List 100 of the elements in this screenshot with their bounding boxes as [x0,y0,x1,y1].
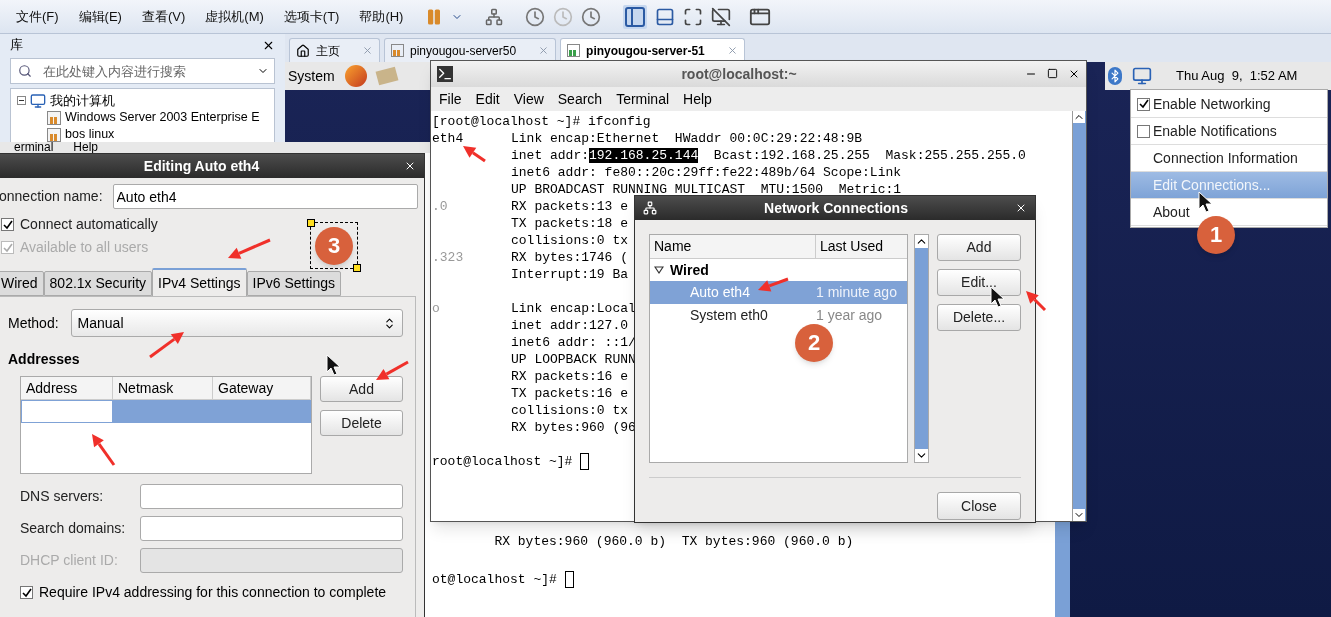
menu-item[interactable]: Enable Networking [1131,91,1327,118]
tab[interactable]: IPv4 Settings [152,268,247,296]
resize-handle[interactable] [307,219,315,227]
terminal-icon [437,66,453,82]
menu-item[interactable]: 编辑(E) [78,6,122,27]
address-input[interactable] [21,400,113,423]
menu-item[interactable]: Enable Notifications [1131,118,1327,145]
terminal-line: inet6 addr: ::1/ [511,334,636,351]
terminal-line: inet addr:127.0 [511,317,629,334]
group-label: Wired [670,260,709,280]
clock-text[interactable]: Thu Aug 9, 1:52 AM [1176,66,1298,86]
checkbox[interactable] [1137,124,1150,138]
tree-item[interactable]: Windows Server 2003 Enterprise E [65,108,260,127]
column-header[interactable]: Gateway [213,377,311,399]
table-row[interactable] [21,400,311,423]
clock-icon[interactable] [581,6,602,27]
cursor-icon [1198,191,1213,213]
close-icon[interactable] [404,160,416,172]
menu-item[interactable]: File [439,88,462,110]
cursor-icon [326,354,341,376]
vm-tab[interactable]: pinyougou-server50 [384,38,557,62]
bluetooth-icon[interactable] [1108,67,1122,85]
checkbox[interactable] [1,218,14,231]
terminal-line: RX bytes:960 (960.0 b) TX bytes:960 (960.0 b) [493,533,854,551]
menu-item[interactable]: 虚拟机(M) [205,6,264,27]
dialog-button[interactable]: Edit... [937,269,1021,296]
menu-item[interactable]: View [513,88,544,110]
terminal-line: Link encap:Local [511,300,636,317]
search-field[interactable]: 在此处键入内容进行搜索 [10,58,275,84]
annotation-arrow [228,238,271,259]
column-header[interactable]: Last Used [816,235,907,258]
dialog-button[interactable]: Add [320,376,403,402]
terminal-line: inet6 addr: fe80::20c:29ff:fe22:489b/64 Scope:Link [511,164,902,181]
tab[interactable]: IPv6 Settings [246,271,342,296]
menu-item[interactable]: 帮助(H) [359,6,404,27]
close-icon[interactable] [1068,68,1080,80]
scroll-up-icon[interactable] [915,235,928,248]
column-header[interactable]: Address [21,377,113,399]
terminal-line: UP BROADCAST RUNNING MULTICAST MTU:1500 Metric:1 [511,181,902,198]
terminal-line: collisions:0 tx [511,232,629,249]
terminal-line: inet addr:192.168.25.144 Bcast:192.168.25.255 Mask:255.255.255.0 [511,147,1026,164]
menu-item[interactable]: Help [683,88,712,110]
search-icon [18,64,32,78]
resize-handle[interactable] [353,264,361,272]
field-label: onnection name: [0,187,103,206]
menu-item[interactable]: Help [73,142,99,153]
menu-item[interactable]: 选项卡(T) [283,6,340,27]
annotation-arrow [1026,291,1047,312]
annotation-arrow [92,434,116,466]
dialog-button[interactable]: Delete... [937,304,1021,331]
terminal-line: [root@localhost ~]# ifconfig [432,113,651,130]
monitor-icon[interactable] [711,6,732,27]
scroll-down-icon[interactable] [915,449,928,462]
checkbox-label: Connect automatically [20,215,158,234]
terminal-line: collisions:0 tx [511,402,629,419]
menu-item[interactable]: 查看(V) [141,6,186,27]
menu-item[interactable]: System [288,65,335,87]
dialog-button[interactable]: Delete [320,410,403,436]
annotation-arrow [758,277,789,292]
annotation-arrow [376,360,409,380]
column-header[interactable]: Netmask [113,377,213,399]
column-header[interactable]: Name [650,235,816,258]
checkbox[interactable] [20,586,33,599]
close-icon[interactable] [1015,202,1027,214]
menu-item[interactable]: Edit [475,88,500,110]
tree-item[interactable]: 我的计算机 [50,90,115,111]
clock-icon[interactable] [525,6,546,27]
title-bar: root@localhost:~ [431,61,1086,87]
input-field[interactable]: Auto eth4 [112,184,418,209]
panel-title: 库 [10,36,23,55]
collapse-triangle-icon[interactable] [654,265,664,275]
vm-tab[interactable]: 主页 [289,38,380,62]
close-button[interactable]: Close [937,492,1021,520]
panel-icon[interactable] [623,4,648,29]
menu-item[interactable]: Terminal [616,88,670,110]
field-label: Search domains: [20,519,127,538]
input-field[interactable] [140,484,403,509]
cursor-icon [990,286,1005,308]
tab[interactable]: Wired [0,271,44,296]
section-title: Addresses [8,350,80,369]
select-icon [383,316,396,330]
menu-item[interactable]: Search [557,88,603,110]
field-label: DHCP client ID: [20,551,119,570]
dialog-button[interactable]: Add [937,234,1021,261]
checkbox[interactable] [1137,97,1150,111]
menu-item[interactable]: 文件(F) [16,6,59,27]
computer-icon [30,92,46,109]
terminal-line: Interrupt:19 Ba [511,266,629,283]
collapse-icon[interactable] [17,96,26,105]
menu-item[interactable]: erminal [14,142,54,153]
field-label: DNS servers: [20,487,105,506]
fullscreen-icon[interactable] [683,6,704,27]
input-field[interactable] [140,516,403,541]
panel-icon[interactable] [655,6,676,27]
maximize-icon[interactable] [1047,68,1058,79]
tab[interactable]: 802.1x Security [43,271,153,296]
scrollbar[interactable] [914,234,929,463]
annotation-arrow [149,332,184,359]
method-select[interactable]: Manual [70,309,403,337]
vm-tab[interactable]: pinyougou-server-51 [560,38,745,62]
